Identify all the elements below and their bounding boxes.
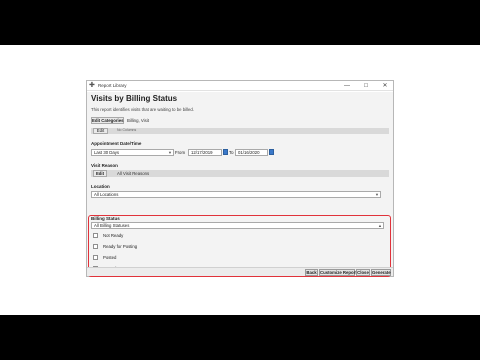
report-description: This report identifies visits that are w… [91, 107, 194, 112]
visit-reason-value: All Visit Reasons [117, 171, 150, 176]
edit-columns-button[interactable]: Edit [93, 128, 108, 134]
chevron-down-icon: ▼ [168, 150, 172, 155]
report-window: ✚ Report Library — ☐ ✕ Visits by Billing… [86, 80, 394, 277]
checkbox[interactable] [93, 233, 98, 238]
maximize-button[interactable]: ☐ [360, 81, 372, 91]
no-columns-text: No Columns [117, 128, 137, 132]
close-window-button[interactable]: ✕ [379, 81, 391, 91]
billing-option-label: Ready for Posting [103, 244, 138, 249]
close-button[interactable]: Close [356, 269, 370, 276]
location-value: All Locations [94, 192, 119, 197]
to-label: To [229, 150, 234, 155]
window-titlebar: ✚ Report Library — ☐ ✕ [87, 81, 393, 91]
letterbox-top [0, 0, 480, 45]
billing-option-label: Not Ready [103, 233, 124, 238]
minimize-button[interactable]: — [341, 81, 353, 91]
appointment-date-label: Appointment Date/Time [91, 141, 142, 146]
back-button[interactable]: Back [305, 269, 318, 276]
location-label: Location [91, 184, 110, 189]
date-range-value: Last 30 Days [94, 150, 120, 155]
chevron-down-icon: ▼ [375, 192, 379, 197]
checkbox[interactable] [93, 244, 98, 249]
calendar-icon[interactable] [223, 149, 228, 155]
edit-visit-reason-button[interactable]: Edit [93, 170, 107, 177]
report-content: Visits by Billing Status This report ide… [87, 92, 393, 277]
window-title: Report Library [98, 83, 127, 88]
app-logo-icon: ✚ [89, 82, 95, 89]
billing-option-label: Posted [103, 255, 117, 260]
date-range-select[interactable]: Last 30 Days ▼ [91, 149, 174, 156]
report-title: Visits by Billing Status [91, 94, 178, 103]
letterbox-bottom [0, 315, 480, 360]
category-value: Billing, Visit [127, 118, 149, 123]
billing-status-select[interactable]: All Billing Statuses ▲ [91, 222, 384, 229]
to-date-input[interactable]: 01/16/2020 [235, 149, 268, 156]
billing-status-label: Billing Status [91, 216, 120, 221]
checkbox[interactable] [93, 255, 98, 260]
generate-button[interactable]: Generate [371, 269, 391, 276]
location-select[interactable]: All Locations ▼ [91, 191, 381, 198]
dialog-footer: Back Customize Report Close Generate [87, 267, 393, 276]
chevron-up-icon: ▲ [378, 223, 382, 228]
edit-categories-button[interactable]: Edit Categories [91, 117, 124, 124]
calendar-icon[interactable] [269, 149, 274, 155]
from-label: From [175, 150, 186, 155]
customize-report-button[interactable]: Customize Report [319, 269, 357, 276]
visit-reason-label: Visit Reason [91, 163, 118, 168]
billing-status-selected: All Billing Statuses [94, 223, 130, 228]
from-date-input[interactable]: 12/17/2019 [188, 149, 222, 156]
